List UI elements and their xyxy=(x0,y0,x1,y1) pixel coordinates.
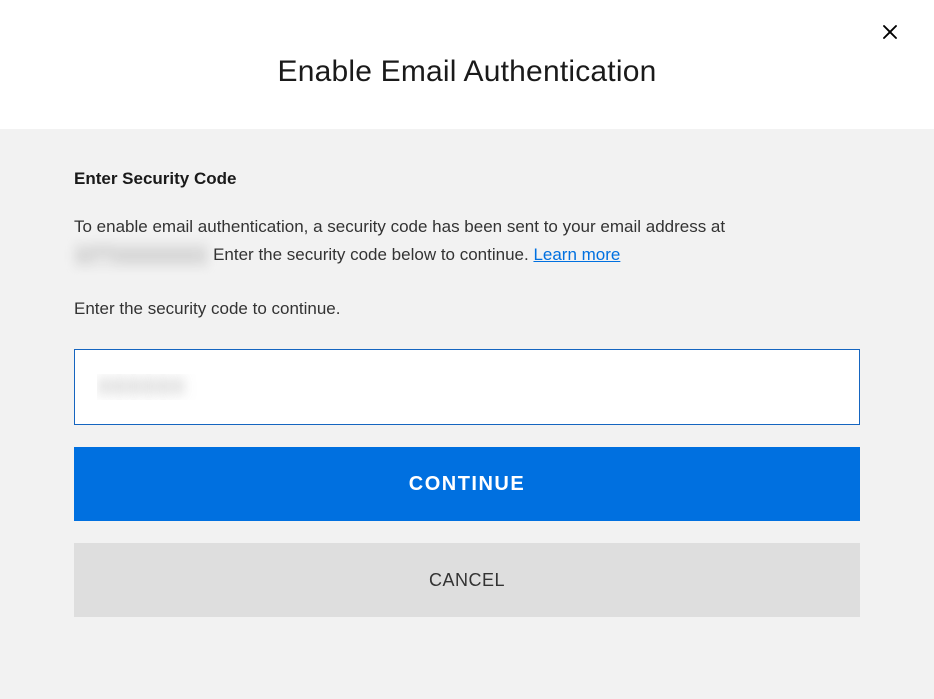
security-code-input[interactable] xyxy=(74,349,860,425)
continue-button[interactable]: CONTINUE xyxy=(74,447,860,521)
masked-email: xx***xxxxxxxxxxx xyxy=(74,241,208,269)
cancel-button[interactable]: CANCEL xyxy=(74,543,860,617)
close-button[interactable] xyxy=(878,22,902,46)
close-icon xyxy=(881,23,899,46)
description-text: To enable email authentication, a securi… xyxy=(74,213,860,269)
learn-more-link[interactable]: Learn more xyxy=(533,245,620,264)
description-part1: To enable email authentication, a securi… xyxy=(74,217,725,236)
continue-button-label: CONTINUE xyxy=(409,473,525,496)
dialog-title: Enable Email Authentication xyxy=(0,55,934,89)
dialog-content: Enter Security Code To enable email auth… xyxy=(0,129,934,699)
description-part2: Enter the security code below to continu… xyxy=(208,245,533,264)
cancel-button-label: CANCEL xyxy=(429,570,505,591)
section-title: Enter Security Code xyxy=(74,169,860,189)
prompt-text: Enter the security code to continue. xyxy=(74,299,860,319)
dialog-header: Enable Email Authentication xyxy=(0,0,934,129)
